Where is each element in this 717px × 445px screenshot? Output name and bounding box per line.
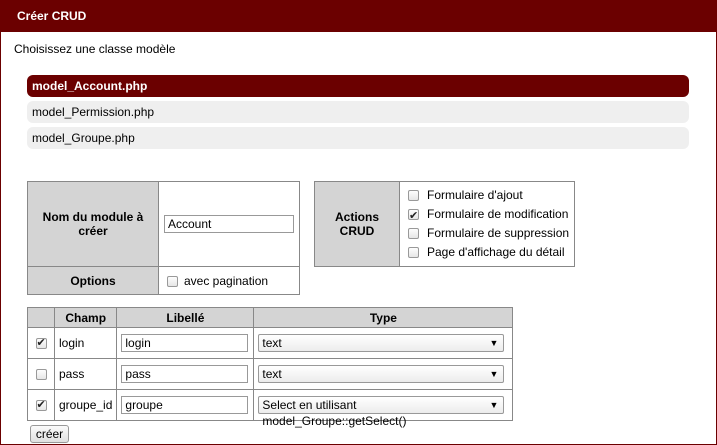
field-name: pass	[53, 358, 118, 390]
field-type-value: text	[262, 367, 282, 381]
module-name-label: Nom du module à créer	[27, 181, 159, 267]
col-header-select	[27, 307, 55, 328]
col-header-type: Type	[253, 307, 514, 328]
field-name: login	[53, 327, 118, 359]
field-name: groupe_id	[53, 389, 118, 421]
fields-table: Champ Libellé Type login text ▼ pass text…	[27, 307, 514, 428]
pagination-checkbox[interactable]	[167, 275, 178, 287]
action-add-label: Formulaire d'ajout	[427, 188, 523, 202]
field-type-value: Select en utilisant model_Groupe::getSel…	[262, 398, 407, 428]
model-prompt: Choisissez une classe modèle	[14, 42, 176, 56]
field-label-input[interactable]	[121, 396, 249, 414]
model-item-groupe[interactable]: model_Groupe.php	[27, 127, 689, 149]
module-table: Nom du module à créer Options avec pagin…	[27, 181, 300, 295]
field-type-select[interactable]: Select en utilisant model_Groupe::getSel…	[258, 396, 505, 428]
actions-label: Actions CRUD	[314, 181, 400, 267]
table-row: login text ▼	[27, 327, 514, 359]
field-type-select[interactable]: text ▼	[258, 334, 505, 352]
chevron-down-icon: ▼	[489, 400, 499, 410]
action-detail-label: Page d'affichage du détail	[427, 245, 565, 259]
action-delete-checkbox[interactable]	[408, 228, 419, 240]
field-label-input[interactable]	[121, 334, 249, 352]
options-label: Options	[27, 266, 159, 295]
col-header-libelle: Libellé	[116, 307, 255, 328]
model-item-permission[interactable]: model_Permission.php	[27, 101, 689, 123]
action-item-add[interactable]: Formulaire d'ajout	[408, 186, 569, 205]
action-edit-label: Formulaire de modification	[427, 207, 569, 221]
row-checkbox[interactable]	[35, 336, 47, 350]
row-checkbox[interactable]	[35, 369, 47, 381]
action-item-edit[interactable]: Formulaire de modification	[408, 205, 569, 226]
create-button[interactable]: créer	[30, 425, 69, 443]
action-detail-checkbox[interactable]	[408, 247, 419, 259]
field-type-value: text	[262, 336, 282, 350]
action-add-checkbox[interactable]	[408, 190, 419, 202]
table-row: groupe_id Select en utilisant model_Grou…	[27, 389, 514, 428]
chevron-down-icon: ▼	[489, 338, 499, 348]
col-header-champ: Champ	[53, 307, 118, 328]
action-edit-checkbox[interactable]	[408, 207, 419, 226]
actions-table: Actions CRUD Formulaire d'ajout Formulai…	[314, 181, 576, 267]
field-type-select[interactable]: text ▼	[258, 365, 505, 383]
action-delete-label: Formulaire de suppression	[427, 226, 570, 240]
window-title: Créer CRUD	[17, 9, 87, 23]
chevron-down-icon: ▼	[489, 369, 499, 379]
row-checkbox[interactable]	[35, 398, 47, 412]
model-item-account[interactable]: model_Account.php	[27, 75, 689, 97]
pagination-label: avec pagination	[184, 273, 269, 288]
table-row: pass text ▼	[27, 358, 514, 390]
action-item-detail[interactable]: Page d'affichage du détail	[408, 243, 569, 262]
title-bar: Créer CRUD	[0, 0, 717, 32]
action-item-delete[interactable]: Formulaire de suppression	[408, 224, 569, 243]
field-label-input[interactable]	[121, 365, 249, 383]
module-name-input[interactable]	[164, 215, 294, 233]
